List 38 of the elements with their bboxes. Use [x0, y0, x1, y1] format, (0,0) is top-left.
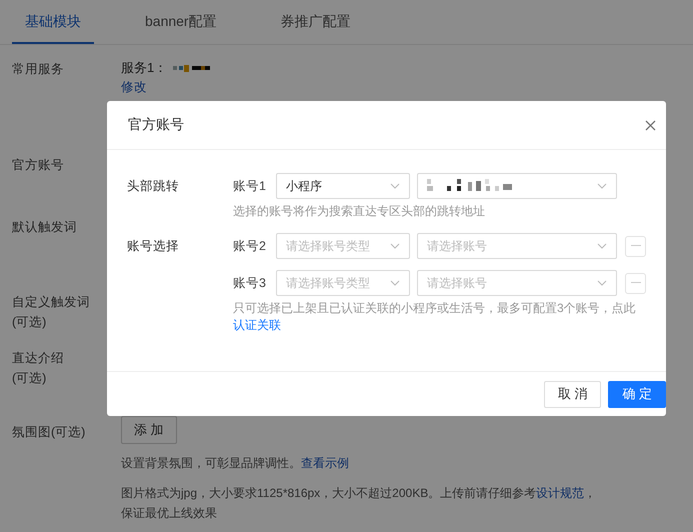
field-label: 常用服务 — [12, 61, 65, 78]
section-label: 账号选择 — [127, 238, 180, 255]
confirm-button[interactable]: 确 定 — [608, 380, 666, 408]
tab[interactable]: banner配置 — [132, 0, 230, 44]
chevron-down-icon — [597, 280, 607, 286]
account-label: 账号2 — [233, 238, 267, 254]
account-select[interactable] — [417, 173, 617, 199]
field-label: 氛围图(可选) — [12, 424, 86, 441]
chevron-down-icon — [597, 183, 607, 189]
close-icon[interactable] — [645, 120, 656, 130]
field-label: 默认触发词 — [12, 219, 78, 236]
cancel-button[interactable]: 取 消 — [544, 380, 602, 408]
account-label: 账号1 — [233, 178, 267, 194]
edit-link[interactable]: 修改 — [121, 79, 681, 95]
chevron-down-icon — [390, 243, 400, 249]
design-spec-link[interactable]: 设计规范 — [536, 486, 584, 500]
account-label: 账号3 — [233, 274, 267, 292]
spec-text: 图片格式为jpg，大小要求1125*816px，大小不超过200KB。上传前请仔细参考设计规范，保证最优上线效果 — [121, 485, 598, 522]
hint-text: 选择的账号将作为搜索直达专区头部的跳转地址 — [233, 203, 486, 220]
hint-text: 设置背景氛围，可彰显品牌调性。 — [121, 456, 301, 470]
tab[interactable]: 券推广配置 — [268, 0, 364, 44]
field-label: 直达介绍 (可选) — [12, 350, 65, 387]
field-label: 官方账号 — [12, 157, 65, 174]
service-label: 服务1： — [121, 59, 168, 77]
chevron-down-icon — [390, 183, 400, 189]
verify-link[interactable]: 认证关联 — [233, 318, 281, 332]
add-button[interactable]: 添 加 — [121, 416, 177, 444]
dialog-title: 官方账号 — [128, 116, 184, 134]
tab[interactable]: 基础模块 — [12, 0, 94, 44]
example-link[interactable]: 查看示例 — [301, 456, 349, 470]
field-label: 自定义触发词 (可选) — [12, 294, 91, 331]
minus-icon — [630, 282, 640, 284]
account-type-select[interactable]: 小程序 — [276, 173, 410, 199]
chevron-down-icon — [597, 243, 607, 249]
section-label: 头部跳转 — [127, 178, 180, 195]
hint-text: 只可选择已上架且已认证关联的小程序或生活号，最多可配置3个账号，点此 认证关联 — [233, 300, 637, 334]
chevron-down-icon — [390, 280, 400, 286]
minus-icon — [630, 245, 640, 247]
